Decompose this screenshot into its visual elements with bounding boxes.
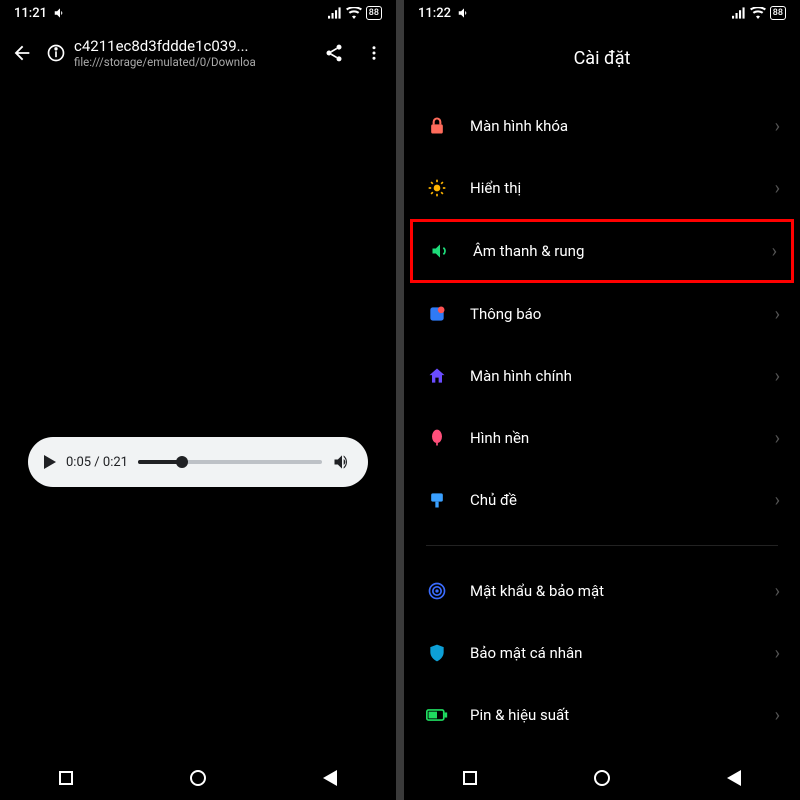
chevron-right-icon: › <box>772 241 777 262</box>
chevron-right-icon: › <box>775 178 780 199</box>
status-bar-right: 11:22 88 <box>404 0 800 26</box>
status-time: 11:21 <box>14 6 47 21</box>
chevron-right-icon: › <box>775 705 780 726</box>
chevron-right-icon: › <box>775 366 780 387</box>
audio-player: 0:05 / 0:21 <box>28 437 368 487</box>
settings-item-label: Chủ đề <box>470 491 753 509</box>
back-nav-button[interactable] <box>727 770 741 786</box>
recents-button[interactable] <box>59 771 73 785</box>
settings-item-label: Thông báo <box>470 305 753 323</box>
chevron-right-icon: › <box>775 490 780 511</box>
chevron-right-icon: › <box>775 304 780 325</box>
volume-button[interactable] <box>332 452 352 472</box>
page-url: file:///storage/emulated/0/Downloa <box>74 55 310 69</box>
lock-icon <box>426 115 448 137</box>
settings-item-label: Pin & hiệu suất <box>470 706 753 724</box>
speaker-icon <box>53 6 67 20</box>
nav-bar-right <box>404 756 800 800</box>
home-button[interactable] <box>190 770 206 786</box>
settings-item-label: Màn hình chính <box>470 367 753 385</box>
nav-bar-left <box>0 756 396 800</box>
settings-item-batt[interactable]: Pin & hiệu suất › <box>404 684 800 746</box>
recents-button[interactable] <box>463 771 477 785</box>
menu-button[interactable] <box>358 37 390 69</box>
status-time: 11:22 <box>418 6 451 21</box>
shield-icon <box>426 642 448 664</box>
notif-icon <box>426 303 448 325</box>
settings-item-home[interactable]: Màn hình chính › <box>404 345 800 407</box>
back-button[interactable] <box>6 37 38 69</box>
theme-icon <box>426 489 448 511</box>
browser-header: c4211ec8d3fddde1c039... file:///storage/… <box>0 26 396 80</box>
settings-item-lock[interactable]: Màn hình khóa › <box>404 95 800 157</box>
wifi-icon <box>346 7 362 19</box>
home-button[interactable] <box>594 770 610 786</box>
settings-list-2: Mật khẩu & bảo mật›Bảo mật cá nhân›Pin &… <box>404 560 800 746</box>
wifi-icon <box>750 7 766 19</box>
wall-icon <box>426 427 448 449</box>
signal-icon <box>732 7 746 19</box>
settings-item-shield[interactable]: Bảo mật cá nhân › <box>404 622 800 684</box>
play-button[interactable] <box>44 455 56 469</box>
seek-slider[interactable] <box>138 460 322 464</box>
batt-icon <box>426 704 448 726</box>
chevron-right-icon: › <box>775 581 780 602</box>
speaker-icon <box>457 6 471 20</box>
battery-indicator: 88 <box>366 6 382 20</box>
info-icon[interactable] <box>46 43 66 63</box>
home-icon <box>426 365 448 387</box>
settings-item-notif[interactable]: Thông báo › <box>404 283 800 345</box>
settings-item-label: Bảo mật cá nhân <box>470 644 753 662</box>
settings-item-sun[interactable]: Hiển thị › <box>404 157 800 219</box>
chevron-right-icon: › <box>775 116 780 137</box>
back-nav-button[interactable] <box>323 770 337 786</box>
settings-item-finger[interactable]: Mật khẩu & bảo mật › <box>404 560 800 622</box>
status-bar-left: 11:21 88 <box>0 0 396 26</box>
settings-item-label: Âm thanh & rung <box>473 242 750 260</box>
settings-item-sound[interactable]: Âm thanh & rung › <box>410 219 794 283</box>
battery-indicator: 88 <box>770 6 786 20</box>
sound-icon <box>429 240 451 262</box>
settings-screen: 11:22 88 Cài đặt Màn hình khóa › Hiển thị ›… <box>402 0 800 800</box>
settings-item-label: Màn hình khóa <box>470 117 753 135</box>
settings-title: Cài đặt <box>404 26 800 95</box>
browser-screen: 11:21 88 c4211ec8d3fddde1c039... file://… <box>0 0 398 800</box>
share-button[interactable] <box>318 37 350 69</box>
settings-item-label: Mật khẩu & bảo mật <box>470 582 753 600</box>
settings-item-theme[interactable]: Chủ đề › <box>404 469 800 531</box>
finger-icon <box>426 580 448 602</box>
signal-icon <box>328 7 342 19</box>
settings-item-wall[interactable]: Hình nền › <box>404 407 800 469</box>
settings-list-1: Màn hình khóa›Hiển thị›Âm thanh & rung›T… <box>404 95 800 531</box>
page-title: c4211ec8d3fddde1c039... <box>74 37 310 55</box>
chevron-right-icon: › <box>775 643 780 664</box>
settings-item-label: Hiển thị <box>470 179 753 197</box>
player-time: 0:05 / 0:21 <box>66 455 128 470</box>
sun-icon <box>426 177 448 199</box>
chevron-right-icon: › <box>775 428 780 449</box>
divider <box>426 545 778 546</box>
settings-item-label: Hình nền <box>470 429 753 447</box>
